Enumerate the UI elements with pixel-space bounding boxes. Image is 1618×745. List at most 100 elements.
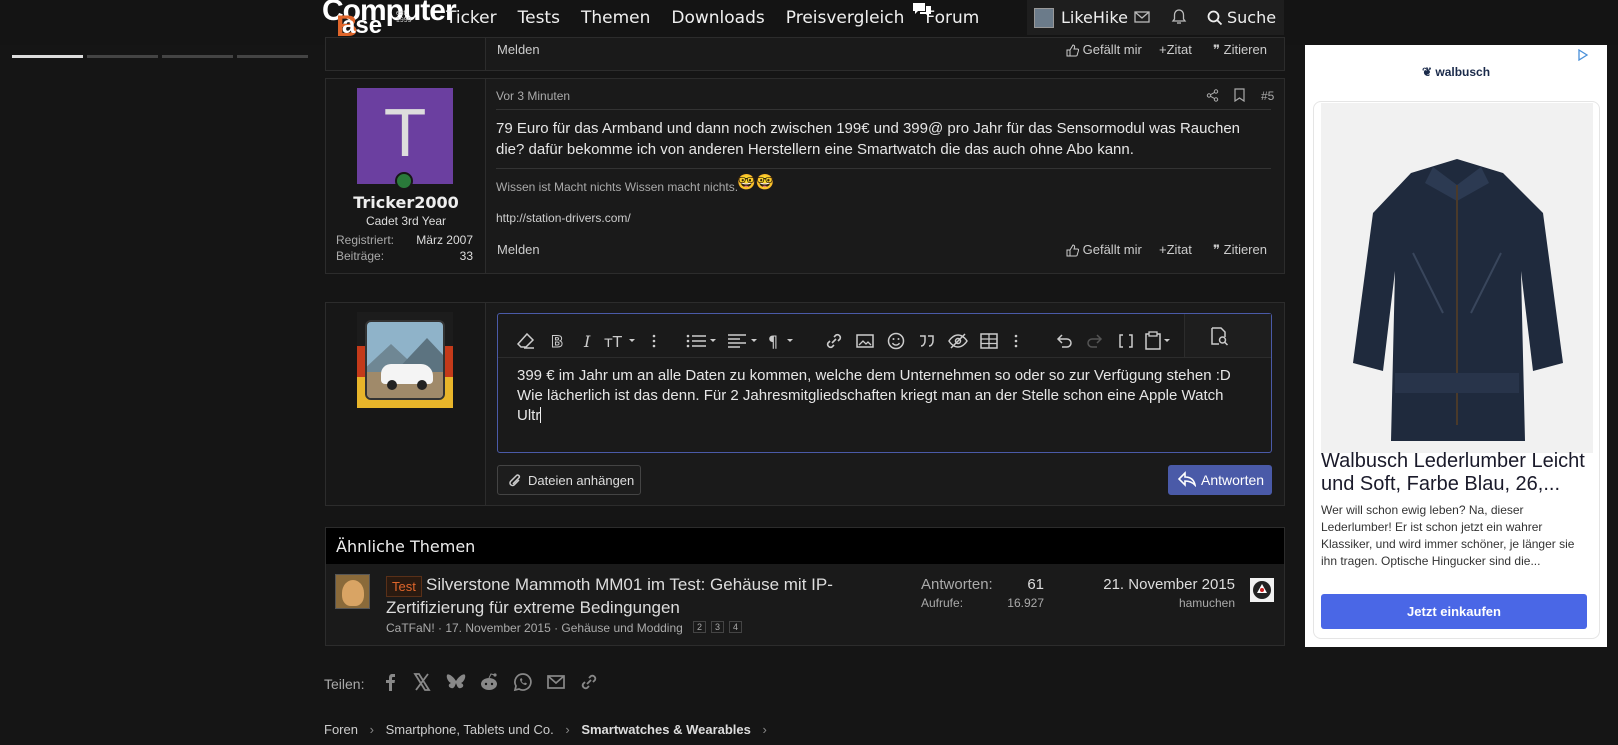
- reply-icon: [1178, 471, 1196, 487]
- advertisement[interactable]: ❦ walbusch Walbusch Lederlumber Leicht u…: [1305, 45, 1607, 647]
- forum-chat-icon[interactable]: [912, 2, 932, 18]
- emoji-smiley-icon[interactable]: [886, 331, 906, 351]
- zitieren-link[interactable]: ❞ Zitieren: [1213, 242, 1267, 258]
- nav-ticker[interactable]: Ticker: [446, 8, 497, 28]
- similar-threads-header: Ähnliche Themen: [326, 528, 1284, 564]
- last-post-user[interactable]: hamuchen: [1179, 596, 1235, 610]
- thread-title-line1[interactable]: Silverstone Mammoth MM01 im Test: Gehäus…: [426, 575, 833, 595]
- thread-page-3[interactable]: 3: [711, 621, 725, 633]
- ad-title-line2: und Soft, Farbe Blau, 26,...: [1321, 473, 1561, 495]
- zitat-link[interactable]: +Zitat: [1159, 42, 1192, 57]
- site-logo[interactable]: Computer B ase est. 1999: [322, 0, 457, 43]
- last-post-date[interactable]: 21. November 2015: [1103, 576, 1235, 593]
- quote-block-icon[interactable]: [917, 331, 937, 351]
- zitieren-link[interactable]: ❞ Zitieren: [1213, 42, 1267, 58]
- registered-value: März 2007: [416, 233, 473, 247]
- zitieren-label: Zitieren: [1223, 242, 1267, 257]
- more-options-icon[interactable]: [644, 331, 664, 351]
- breadcrumb-smartphone[interactable]: Smartphone, Tablets und Co.: [386, 722, 554, 737]
- email-icon[interactable]: [546, 672, 566, 692]
- thread-title-line2[interactable]: Zertifizierung für extreme Bedingungen: [386, 598, 680, 618]
- italic-icon[interactable]: I: [578, 331, 598, 351]
- undo-icon[interactable]: [1054, 331, 1074, 351]
- avatar-letter: T: [385, 98, 425, 172]
- author-name[interactable]: Tricker2000: [326, 193, 486, 212]
- breadcrumb-foren[interactable]: Foren: [324, 722, 358, 737]
- breadcrumb-smartwatches[interactable]: Smartwatches & Wearables: [581, 722, 751, 737]
- ad-title[interactable]: Walbusch Lederlumber Leicht und Soft, Fa…: [1321, 450, 1585, 496]
- thread-tag[interactable]: Test: [386, 576, 422, 597]
- post-number[interactable]: #5: [1261, 89, 1274, 103]
- mail-icon[interactable]: [1134, 10, 1150, 24]
- like-link[interactable]: Gefällt mir: [1066, 242, 1142, 257]
- editor-textarea[interactable]: 399 € im Jahr um an alle Daten zu kommen…: [517, 366, 1231, 426]
- zitat-link[interactable]: +Zitat: [1159, 242, 1192, 257]
- bbcode-toggle-icon[interactable]: [1116, 331, 1136, 351]
- quote-icon: ❞: [1213, 42, 1220, 57]
- share-icon[interactable]: [1206, 89, 1219, 102]
- posts-value: 33: [459, 249, 473, 263]
- align-dropdown-icon[interactable]: [727, 331, 759, 351]
- reddit-icon[interactable]: [479, 672, 499, 692]
- previous-post: Melden Gefällt mir +Zitat ❞ Zitieren: [325, 37, 1285, 71]
- thread-page-2[interactable]: 2: [693, 621, 707, 633]
- ad-brand: ❦ walbusch: [1305, 65, 1607, 79]
- nav-downloads[interactable]: Downloads: [671, 8, 764, 28]
- bell-icon[interactable]: [1171, 9, 1187, 25]
- x-icon[interactable]: [412, 672, 432, 692]
- ad-desc-line3: Klassiker, und wird immer schöner, je lä…: [1321, 537, 1575, 551]
- reply-button[interactable]: Antworten: [1168, 465, 1272, 495]
- reply-editor-panel: B I тT ¶ 399 € im Jahr um an alle Daten …: [325, 302, 1285, 506]
- preview-toggle[interactable]: [1184, 314, 1271, 357]
- ad-choices-icon[interactable]: [1577, 49, 1589, 61]
- whatsapp-icon[interactable]: [513, 672, 533, 692]
- bluesky-icon[interactable]: [445, 672, 467, 692]
- post-time[interactable]: Vor 3 Minuten: [496, 89, 570, 103]
- similar-threads-title: Ähnliche Themen: [336, 537, 476, 556]
- ad-cta-button[interactable]: Jetzt einkaufen: [1321, 594, 1587, 629]
- similar-threads: Ähnliche Themen Test Silverstone Mammoth…: [325, 527, 1285, 646]
- text-size-dropdown-icon[interactable]: тT: [603, 331, 637, 351]
- svg-text:¶: ¶: [768, 332, 778, 351]
- list-dropdown-icon[interactable]: [686, 331, 718, 351]
- redo-icon[interactable]: [1085, 331, 1105, 351]
- table-icon[interactable]: [979, 331, 999, 351]
- attach-files-button[interactable]: Dateien anhängen: [497, 465, 641, 495]
- thread-author-avatar[interactable]: [335, 574, 370, 609]
- clear-format-icon[interactable]: [516, 331, 536, 351]
- report-link[interactable]: Melden: [497, 42, 540, 57]
- image-icon[interactable]: [855, 331, 875, 351]
- like-label: Gefällt mir: [1082, 42, 1142, 57]
- nav-forum[interactable]: Forum: [925, 8, 979, 28]
- like-link[interactable]: Gefällt mir: [1066, 42, 1142, 57]
- link-icon[interactable]: [579, 672, 599, 692]
- user-menu[interactable]: LikeHike Suche: [1027, 0, 1284, 35]
- ad-desc-line1: Wer will schon ewig leben? Na, dieser: [1321, 503, 1524, 517]
- signature-link[interactable]: http://station-drivers.com/: [496, 211, 631, 225]
- report-link[interactable]: Melden: [497, 242, 540, 257]
- last-poster-avatar[interactable]: [1250, 578, 1274, 602]
- spoiler-icon[interactable]: [948, 331, 968, 351]
- link-icon[interactable]: [824, 331, 844, 351]
- quote-icon: ❞: [1213, 242, 1220, 257]
- bold-icon[interactable]: B: [547, 331, 567, 352]
- editor-line3: Ultr: [517, 407, 541, 424]
- post-body-line1: 79 Euro für das Armband und dann noch zw…: [496, 120, 1241, 137]
- more-options-icon[interactable]: [1006, 331, 1026, 351]
- preview-icon: [1211, 327, 1229, 346]
- facebook-icon[interactable]: [380, 672, 400, 692]
- bookmark-icon[interactable]: [1234, 88, 1245, 102]
- plus-icon: +: [1159, 42, 1167, 57]
- nav-preisvergleich[interactable]: Preisvergleich: [786, 8, 905, 28]
- thread-page-4[interactable]: 4: [729, 621, 743, 633]
- drafts-dropdown-icon[interactable]: [1144, 331, 1176, 351]
- paragraph-dropdown-icon[interactable]: ¶: [767, 331, 799, 351]
- nav-themen[interactable]: Themen: [581, 8, 650, 28]
- author-avatar[interactable]: T: [357, 88, 453, 190]
- progress-segment-3: [162, 55, 233, 58]
- nav-tests[interactable]: Tests: [518, 8, 560, 28]
- views-value: 16.927: [1007, 596, 1044, 610]
- zitat-label: Zitat: [1166, 242, 1192, 257]
- ad-description: Wer will schon ewig leben? Na, dieser Le…: [1321, 502, 1574, 570]
- search-label: Suche: [1227, 8, 1277, 27]
